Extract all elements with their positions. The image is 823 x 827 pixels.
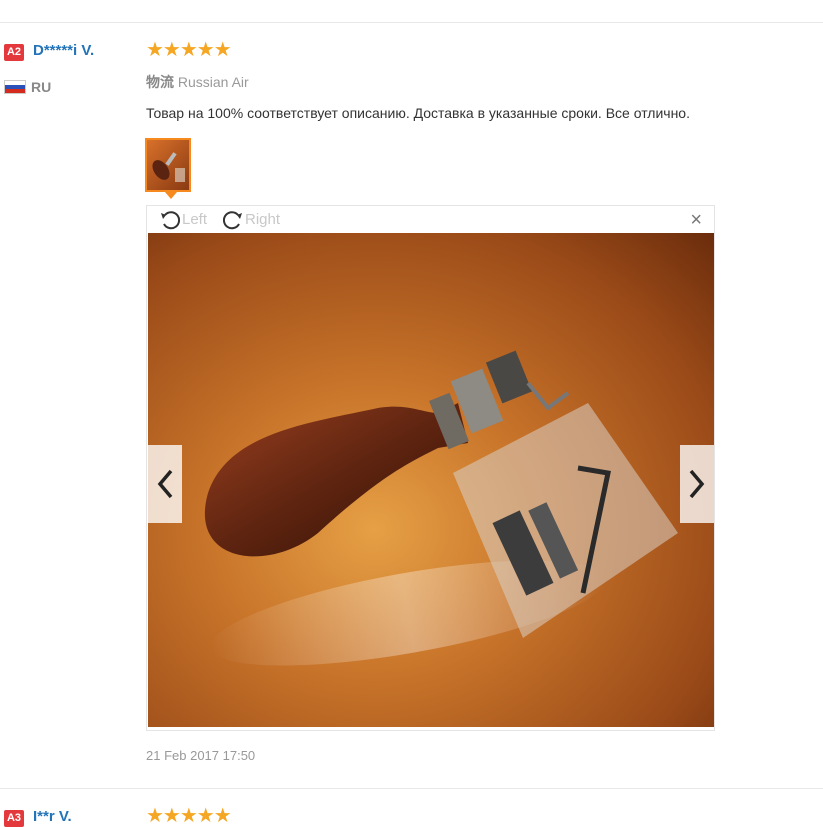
rotate-right-button[interactable]: Right — [222, 206, 280, 233]
rotate-right-label: Right — [245, 211, 281, 228]
review-photo — [148, 233, 714, 727]
top-divider — [0, 22, 823, 23]
viewer-toolbar: Left Right × — [147, 206, 714, 233]
review-text: Товар на 100% соответствует описанию. До… — [146, 105, 690, 121]
review-timestamp: 21 Feb 2017 17:50 — [146, 748, 256, 763]
photo-image — [204, 350, 678, 666]
shipping-info: 物流 Russian Air — [146, 72, 249, 92]
thumbnail-pointer — [165, 192, 177, 199]
rating-stars: ★★★★★ — [146, 805, 232, 827]
review-photo-thumbnail[interactable] — [145, 138, 191, 192]
reviewer-country: RU — [31, 79, 52, 95]
reviewer-name[interactable]: I**r V. — [33, 808, 72, 825]
shipping-label: 物流 — [146, 74, 174, 90]
rotate-left-button[interactable]: Left — [159, 206, 207, 233]
user-level-badge: A2 — [4, 44, 24, 61]
reviewer-name[interactable]: D*****i V. — [33, 42, 94, 59]
close-icon[interactable]: × — [690, 209, 702, 232]
shipping-method: Russian Air — [177, 74, 249, 90]
chevron-left-icon — [157, 469, 173, 499]
next-photo-button[interactable] — [680, 445, 714, 523]
user-level-badge: A3 — [4, 810, 24, 827]
rating-stars: ★★★★★ — [146, 39, 232, 61]
rotate-left-label: Left — [182, 211, 208, 228]
thumbnail-image — [152, 152, 185, 182]
rotate-right-icon — [222, 210, 242, 229]
photo-viewer: Left Right × — [146, 205, 715, 731]
review-divider — [0, 788, 823, 789]
flag-ru-icon — [4, 80, 26, 94]
rotate-left-icon — [161, 210, 181, 229]
previous-photo-button[interactable] — [148, 445, 182, 523]
chevron-right-icon — [689, 469, 705, 499]
